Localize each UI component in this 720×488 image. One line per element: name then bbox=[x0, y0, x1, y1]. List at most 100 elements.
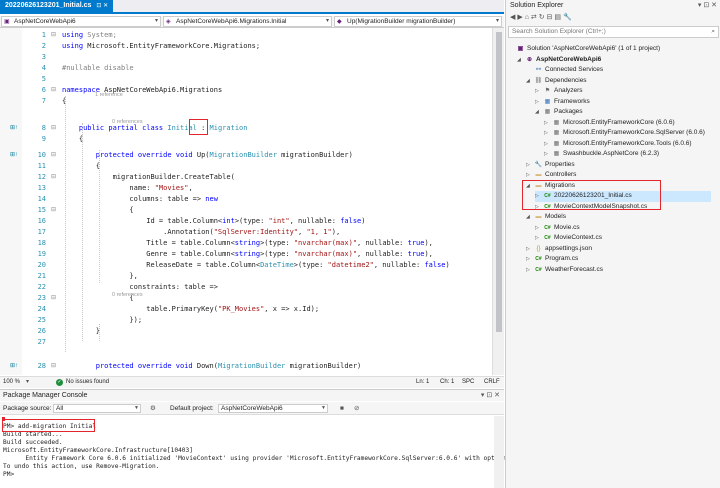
pmc-scrollbar[interactable] bbox=[494, 416, 504, 488]
codelens-down-references[interactable]: 0 references bbox=[112, 292, 143, 299]
tab-close-icon[interactable]: ⊡ ✕ bbox=[96, 0, 108, 12]
collapsed-arrow-icon[interactable]: ▷ bbox=[535, 223, 543, 234]
expanded-arrow-icon[interactable]: ◢ bbox=[535, 107, 543, 118]
code-editor[interactable]: 1 ⊟ using System; 2 using Microsoft.EntityFr… bbox=[0, 28, 504, 375]
implementation-marker-icon[interactable]: ⊞↑ bbox=[10, 123, 18, 134]
tree-item[interactable]: ⚯ Connected Services bbox=[526, 65, 603, 76]
tree-item-label: Controllers bbox=[545, 171, 577, 178]
panel-controls-icon[interactable]: ▾ ⊡ ✕ bbox=[481, 390, 500, 401]
tree-item[interactable]: ◢ ▦ Packages bbox=[535, 107, 583, 118]
tree-item[interactable]: ◢ ⊕ AspNetCoreWebApi6 bbox=[517, 55, 601, 66]
home-icon[interactable]: ⌂ bbox=[525, 14, 529, 21]
refresh-icon[interactable]: ↻ bbox=[539, 14, 545, 21]
collapse-icon[interactable]: ⊟ bbox=[51, 85, 56, 96]
forward-icon[interactable]: ▶ bbox=[517, 14, 522, 21]
collapsed-arrow-icon[interactable]: ▷ bbox=[544, 149, 552, 160]
tree-item[interactable]: ▷ C# Movie.cs bbox=[535, 223, 580, 234]
se-toolbar: ◀ ▶ ⌂ ⇄ ↻ ⊟ ▤ 🔧 bbox=[506, 12, 720, 24]
tree-item-label: Microsoft.EntityFrameworkCore (6.0.6) bbox=[563, 118, 675, 126]
collapse-icon[interactable]: ⊟ bbox=[51, 123, 56, 134]
expanded-arrow-icon[interactable]: ◢ bbox=[517, 55, 525, 66]
back-icon[interactable]: ◀ bbox=[510, 14, 515, 21]
collapsed-arrow-icon[interactable]: ▷ bbox=[526, 170, 534, 181]
tree-item[interactable]: ◢ ▬ Models bbox=[526, 212, 566, 223]
codelens-class-references[interactable]: 1 reference bbox=[95, 92, 123, 99]
stop-icon[interactable]: ■ bbox=[340, 402, 344, 415]
tree-item[interactable]: ▷ ▦ Swashbuckle.AspNetCore (6.2.3) bbox=[544, 149, 659, 160]
member-dropdown[interactable]: ◆ Up(MigrationBuilder migrationBuilder) … bbox=[334, 16, 502, 27]
tree-item[interactable]: ▷ C# Program.cs bbox=[526, 254, 578, 265]
packages-icon: ▦ bbox=[544, 109, 551, 115]
solution-explorer: Solution Explorer ▾ ⊡ ✕ ◀ ▶ ⌂ ⇄ ↻ ⊟ ▤ 🔧 … bbox=[505, 0, 720, 488]
implementation-marker-icon[interactable]: ⊞↑ bbox=[10, 150, 18, 161]
line-ending[interactable]: CRLF bbox=[484, 377, 500, 388]
zoom-level[interactable]: 100 % bbox=[3, 377, 20, 388]
codelens-up-references[interactable]: 0 references bbox=[112, 119, 143, 126]
sync-icon[interactable]: ⇄ bbox=[531, 14, 537, 21]
show-all-files-icon[interactable]: ▤ bbox=[554, 14, 561, 21]
tree-item[interactable]: ▷ ▦ Frameworks bbox=[535, 97, 590, 108]
collapsed-arrow-icon[interactable]: ▷ bbox=[526, 244, 534, 255]
document-tab[interactable]: 20220626123201_Initial.cs ⊡ ✕ bbox=[0, 0, 114, 12]
zoom-dropdown-icon[interactable]: ▾ bbox=[26, 377, 29, 388]
collapse-icon[interactable]: ⊟ bbox=[51, 172, 56, 183]
line-number: 2 bbox=[41, 42, 46, 50]
editor-margin bbox=[0, 28, 22, 375]
properties-icon[interactable]: 🔧 bbox=[563, 14, 572, 21]
collapse-icon[interactable]: ⊟ bbox=[51, 205, 56, 216]
collapsed-arrow-icon[interactable]: ▷ bbox=[544, 139, 552, 150]
tree-item[interactable]: ▣ Solution 'AspNetCoreWebApi6' (1 of 1 pr… bbox=[508, 44, 661, 55]
collapsed-arrow-icon[interactable]: ▷ bbox=[526, 254, 534, 265]
tree-item[interactable]: ▷ ⚑ Analyzers bbox=[535, 86, 583, 97]
code-text: protected override void Down(MigrationBu… bbox=[95, 362, 362, 370]
tree-item[interactable]: ▷ ▬ Controllers bbox=[526, 170, 576, 181]
pmc-title: Package Manager Console bbox=[3, 392, 88, 399]
editor-scrollbar[interactable] bbox=[492, 28, 504, 375]
tree-item[interactable]: ▷ C# MovieContext.cs bbox=[535, 233, 602, 244]
collapsed-arrow-icon[interactable]: ▷ bbox=[526, 265, 534, 276]
tree-item[interactable]: ◢ ⛓ Dependencies bbox=[526, 76, 587, 87]
settings-gear-icon[interactable]: ⚙ bbox=[150, 402, 156, 415]
collapsed-arrow-icon[interactable]: ▷ bbox=[535, 97, 543, 108]
se-search-input[interactable]: Search Solution Explorer (Ctrl+;) ⌕ bbox=[508, 26, 719, 38]
implementation-marker-icon[interactable]: ⊞↑ bbox=[10, 361, 18, 372]
collapsed-arrow-icon[interactable]: ▷ bbox=[526, 160, 534, 171]
collapsed-arrow-icon[interactable]: ▷ bbox=[535, 86, 543, 97]
tree-item[interactable]: ▷ C# WeatherForecast.cs bbox=[526, 265, 603, 276]
tree-item-label: Analyzers bbox=[554, 87, 583, 94]
pmc-title-bar: Package Manager Console ▾ ⊡ ✕ bbox=[0, 390, 504, 401]
expanded-arrow-icon[interactable]: ◢ bbox=[526, 76, 534, 87]
class-dropdown[interactable]: ◈ AspNetCoreWebApi6.Migrations.Initial ▾ bbox=[163, 16, 332, 27]
class-dropdown-value: AspNetCoreWebApi6.Migrations.Initial bbox=[176, 18, 287, 25]
console-line: Build started... bbox=[3, 431, 63, 438]
line-number: 28 bbox=[37, 362, 46, 370]
tree-item[interactable]: ▷{} appsettings.json bbox=[526, 244, 592, 255]
collapse-icon[interactable]: ⊟ bbox=[51, 150, 56, 161]
code-text: Genre = table.Column<string>(type: "nvar… bbox=[62, 250, 433, 258]
whitespace-mode[interactable]: SPC bbox=[462, 377, 474, 388]
collapse-all-icon[interactable]: ⊟ bbox=[547, 14, 553, 21]
line-number: Ln: 1 bbox=[416, 379, 430, 385]
expanded-arrow-icon[interactable]: ◢ bbox=[526, 212, 534, 223]
collapsed-arrow-icon[interactable]: ▷ bbox=[544, 128, 552, 139]
line-number: 4 bbox=[41, 64, 46, 72]
package-source-dropdown[interactable]: All ▼ bbox=[53, 404, 141, 413]
scrollbar-thumb[interactable] bbox=[496, 32, 502, 332]
collapse-icon[interactable]: ⊟ bbox=[51, 293, 56, 304]
project-dropdown[interactable]: ▣ AspNetCoreWebApi6 ▾ bbox=[1, 16, 161, 27]
tree-item[interactable]: ▷ ▦ Microsoft.EntityFrameworkCore.Tools (6… bbox=[544, 139, 692, 150]
tree-item-label: MovieContext.cs bbox=[554, 234, 603, 241]
issues-status[interactable]: No issues found bbox=[66, 377, 109, 388]
collapsed-arrow-icon[interactable]: ▷ bbox=[544, 118, 552, 129]
line-number: 21 bbox=[37, 272, 46, 280]
clear-console-icon[interactable]: ⊘ bbox=[354, 402, 359, 415]
default-project-dropdown[interactable]: AspNetCoreWebApi6 ▼ bbox=[218, 404, 328, 413]
collapsed-arrow-icon[interactable]: ▷ bbox=[535, 233, 543, 244]
line-number: 11 bbox=[37, 162, 46, 170]
collapse-icon[interactable]: ⊟ bbox=[51, 361, 56, 372]
panel-controls-icon[interactable]: ▾ ⊡ ✕ bbox=[698, 0, 717, 12]
tree-item[interactable]: ▷ ▦ Microsoft.EntityFrameworkCore (6.0.6) bbox=[544, 118, 675, 129]
tree-item[interactable]: ▷ ▦ Microsoft.EntityFrameworkCore.SqlServe… bbox=[544, 128, 705, 139]
tree-item[interactable]: ▷ 🔧 Properties bbox=[526, 160, 575, 171]
collapse-icon[interactable]: ⊟ bbox=[51, 30, 56, 41]
